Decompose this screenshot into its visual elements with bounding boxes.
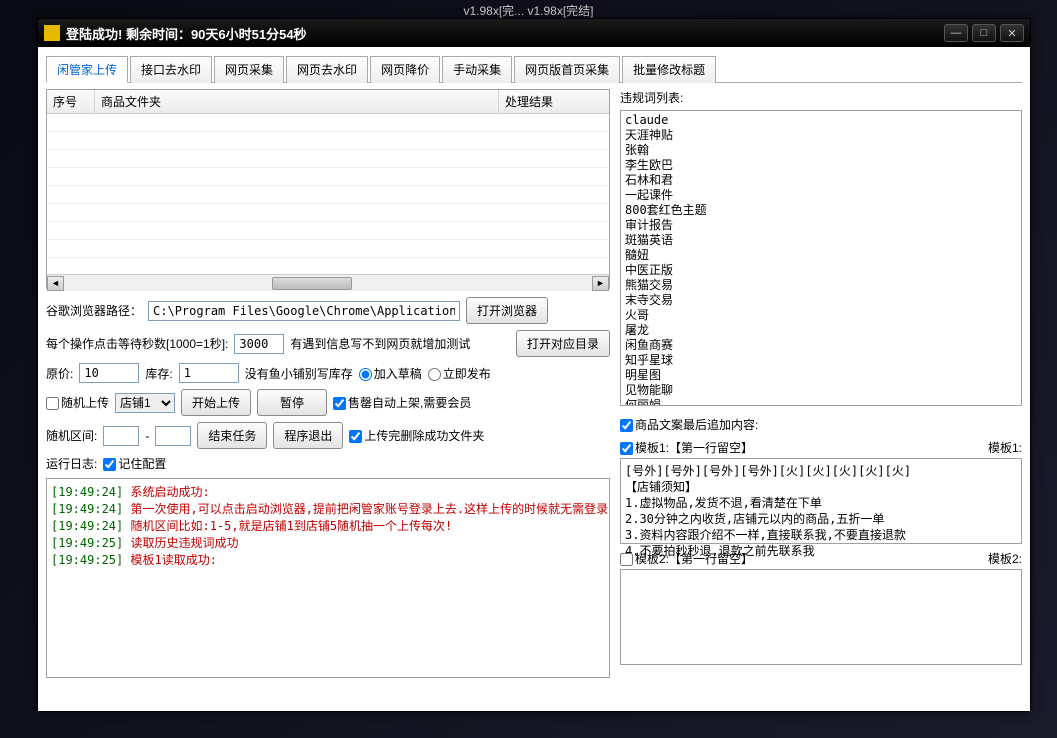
minimize-button[interactable]: —: [944, 24, 968, 42]
delete-after-checkbox[interactable]: 上传完删除成功文件夹: [349, 427, 484, 444]
template2-label: 模板2:: [988, 550, 1022, 567]
template1-textarea[interactable]: [号外][号外][号外][号外][火][火][火][火][火] 【店铺须知】 1…: [620, 458, 1022, 544]
append-content-checkbox[interactable]: 商品文案最后追加内容:: [620, 416, 758, 433]
shop-select[interactable]: 店铺1: [115, 393, 175, 413]
scroll-left-icon[interactable]: ◄: [47, 276, 64, 291]
app-icon: [44, 25, 60, 41]
log-output[interactable]: [19:49:24] 系统启动成功:[19:49:24] 第一次使用,可以点击启…: [46, 478, 610, 678]
col-result[interactable]: 处理结果: [499, 90, 609, 113]
tab-web-homepage[interactable]: 网页版首页采集: [514, 56, 620, 83]
draft-radio[interactable]: 加入草稿: [359, 365, 422, 382]
scroll-right-icon[interactable]: ►: [592, 276, 609, 291]
violation-label: 违规词列表:: [620, 89, 1022, 106]
auto-shelf-checkbox[interactable]: 售罄自动上架,需要会员: [333, 394, 471, 411]
start-upload-button[interactable]: 开始上传: [181, 389, 251, 416]
col-index[interactable]: 序号: [47, 90, 95, 113]
window-title: 登陆成功! 剩余时间：90天6小时51分54秒: [66, 24, 944, 43]
publish-radio[interactable]: 立即发布: [428, 365, 491, 382]
table-row: [47, 150, 609, 168]
chrome-path-input[interactable]: [148, 301, 460, 321]
exit-button[interactable]: 程序退出: [273, 422, 343, 449]
app-window: 登陆成功! 剩余时间：90天6小时51分54秒 — □ ✕ 闲管家上传 接口去水…: [37, 18, 1031, 712]
template1-checkbox[interactable]: 模板1:【第一行留空】: [620, 439, 753, 456]
close-button[interactable]: ✕: [1000, 24, 1024, 42]
tab-web-watermark[interactable]: 网页去水印: [286, 56, 368, 83]
template2-checkbox[interactable]: 模板2:【第一行留空】: [620, 550, 753, 567]
range-to-input[interactable]: [155, 426, 191, 446]
table-row: [47, 240, 609, 258]
price-label: 原价:: [46, 365, 73, 382]
tab-web-price[interactable]: 网页降价: [370, 56, 440, 83]
col-folder[interactable]: 商品文件夹: [95, 90, 499, 113]
tab-bar: 闲管家上传 接口去水印 网页采集 网页去水印 网页降价 手动采集 网页版首页采集…: [46, 55, 1022, 83]
pause-button[interactable]: 暂停: [257, 389, 327, 416]
product-grid[interactable]: 序号 商品文件夹 处理结果: [46, 89, 610, 289]
wait-label: 每个操作点击等待秒数[1000=1秒]:: [46, 335, 228, 352]
random-upload-checkbox[interactable]: 随机上传: [46, 394, 109, 411]
wait-hint: 有遇到信息写不到网页就增加测试: [290, 335, 470, 352]
open-browser-button[interactable]: 打开浏览器: [466, 297, 548, 324]
price-input[interactable]: [79, 363, 139, 383]
table-row: [47, 204, 609, 222]
grid-hscroll[interactable]: ◄ ►: [47, 274, 609, 291]
tab-web-collect[interactable]: 网页采集: [214, 56, 284, 83]
tab-upload[interactable]: 闲管家上传: [46, 56, 128, 83]
tab-manual-collect[interactable]: 手动采集: [442, 56, 512, 83]
tab-api-watermark[interactable]: 接口去水印: [130, 56, 212, 83]
open-dir-button[interactable]: 打开对应目录: [516, 330, 610, 357]
range-dash: -: [145, 429, 149, 443]
range-from-input[interactable]: [103, 426, 139, 446]
tab-batch-title[interactable]: 批量修改标题: [622, 56, 716, 83]
stock-input[interactable]: [179, 363, 239, 383]
log-label: 运行日志:: [46, 455, 97, 472]
table-row: [47, 222, 609, 240]
table-row: [47, 114, 609, 132]
table-row: [47, 132, 609, 150]
wait-input[interactable]: [234, 334, 284, 354]
stock-hint: 没有鱼小铺别写库存: [245, 365, 353, 382]
range-label: 随机区间:: [46, 427, 97, 444]
end-task-button[interactable]: 结束任务: [197, 422, 267, 449]
window-titlebar[interactable]: 登陆成功! 剩余时间：90天6小时51分54秒 — □ ✕: [38, 19, 1030, 47]
table-row: [47, 186, 609, 204]
maximize-button[interactable]: □: [972, 24, 996, 42]
scroll-thumb[interactable]: [272, 277, 352, 290]
table-row: [47, 168, 609, 186]
chrome-path-label: 谷歌浏览器路径：: [46, 302, 142, 319]
template1-label: 模板1:: [988, 439, 1022, 456]
template2-textarea[interactable]: [620, 569, 1022, 665]
violation-list[interactable]: claude天涯神贴张翰李生欧巴石林和君一起课件800套红色主题审计报告斑猫英语…: [620, 110, 1022, 406]
remember-checkbox[interactable]: 记住配置: [103, 455, 166, 472]
stock-label: 库存:: [145, 365, 172, 382]
